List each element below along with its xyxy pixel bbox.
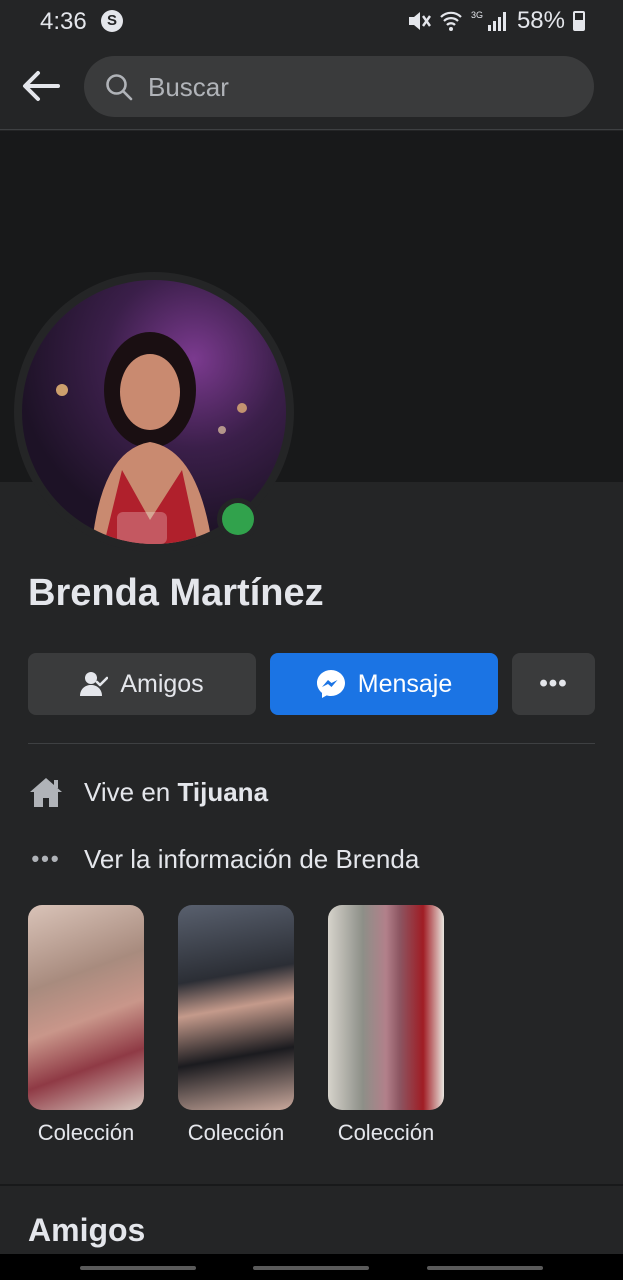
nav-home-button[interactable] [253, 1266, 369, 1270]
divider [28, 743, 595, 744]
battery-percent: 58% [516, 7, 565, 34]
friends-check-icon [80, 672, 109, 696]
search-bar[interactable] [84, 56, 594, 117]
more-options-button[interactable]: ••• [512, 653, 595, 715]
collection-label: Colección [187, 1120, 285, 1145]
search-input[interactable] [146, 66, 570, 108]
featured-collections: Colección Colección Colección [28, 905, 444, 1146]
friends-section-title: Amigos [28, 1212, 146, 1248]
more-info-icon: ••• [31, 846, 61, 871]
mute-icon [408, 12, 431, 30]
home-icon [28, 774, 64, 810]
messenger-icon [316, 670, 345, 698]
collection-thumbnail[interactable] [28, 905, 144, 1110]
network-type-label: 3G [470, 10, 483, 20]
lives-in-city[interactable]: Tijuana [177, 777, 268, 808]
nav-back-button[interactable] [427, 1266, 543, 1270]
collection-thumbnail[interactable] [178, 905, 294, 1110]
system-nav-bar [0, 1254, 623, 1280]
wifi-icon [440, 11, 462, 31]
battery-icon [573, 11, 585, 31]
about-link[interactable]: Ver la información de Brenda [84, 844, 419, 875]
collection-item[interactable]: Colección [28, 905, 144, 1146]
lives-in-prefix: Vive en [84, 776, 178, 807]
message-button-label: Mensaje [357, 669, 453, 698]
more-options-icon: ••• [539, 670, 568, 697]
status-time: 4:36 [40, 8, 87, 35]
message-button[interactable]: Mensaje [270, 653, 498, 715]
collection-thumbnail[interactable] [328, 905, 444, 1110]
profile-name: Brenda Martínez [28, 572, 324, 614]
section-separator [0, 1184, 623, 1186]
friends-button[interactable]: Amigos [28, 653, 256, 715]
friends-button-label: Amigos [120, 669, 204, 698]
status-bar: 4:36 S 3G 58% [0, 0, 623, 44]
status-icons: 3G 58% [407, 7, 585, 35]
online-status-indicator [217, 498, 259, 540]
search-icon [106, 74, 133, 101]
nav-recents-button[interactable] [80, 1266, 196, 1270]
back-arrow-icon[interactable] [20, 68, 62, 104]
collection-item[interactable]: Colección [328, 905, 444, 1146]
top-bar [0, 44, 623, 130]
collection-item[interactable]: Colección [178, 905, 294, 1146]
app-notification-icon: S [101, 10, 123, 32]
lives-in-row: Vive en Tijuana [28, 774, 268, 810]
signal-icon [487, 12, 506, 31]
collection-label: Colección [337, 1120, 435, 1145]
collection-label: Colección [37, 1120, 135, 1145]
about-row[interactable]: ••• Ver la información de Brenda [28, 841, 419, 877]
